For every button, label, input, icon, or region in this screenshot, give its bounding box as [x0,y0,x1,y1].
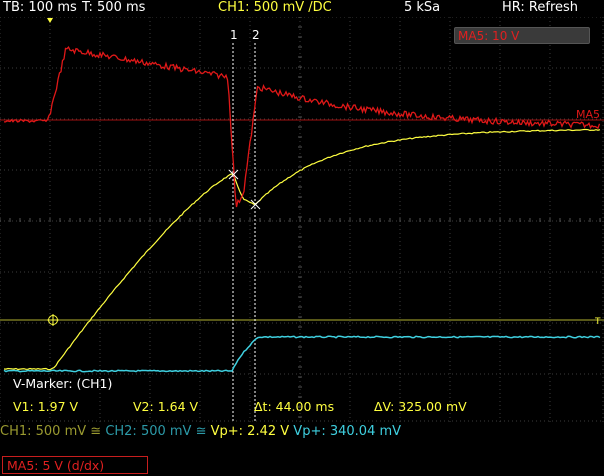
v1-readout: V1: 1.97 V [13,399,79,414]
waveform-display[interactable]: 1 2 MA5 T [0,17,604,422]
delta-t-readout: Δt: 44.00 ms [254,399,335,414]
marker-1-label: 1 [230,28,238,42]
sample-rate-readout: 5 kSa [404,0,441,15]
ma5-offset-tag[interactable]: MA5 [576,108,600,121]
ch2-measure-setting[interactable]: CH2: 500 mV ≅ [105,424,206,439]
trigger-level-tag[interactable]: T [594,317,601,327]
timebase-readout[interactable]: TB: 100 ms [3,0,77,16]
trigger-time-readout[interactable]: T: 500 ms [82,0,145,16]
v2-readout: V2: 1.64 V [133,399,199,414]
math-function-box[interactable]: MA5: 5 V (d/dx) [2,456,148,474]
ch1-measure-setting[interactable]: CH1: 500 mV ≅ [0,424,101,439]
delta-v-readout: ΔV: 325.00 mV [374,399,467,414]
math-ma5-label[interactable]: MA5: 10 V [454,27,590,44]
marker-2-label: 2 [252,28,260,42]
acquisition-mode[interactable]: HR: Refresh [502,0,578,16]
v-marker-title: V-Marker: (CH1) [13,376,113,391]
ch2-vpeak-readout: Vp+: 340.04 mV [293,424,402,439]
ch1-setting[interactable]: CH1: 500 mV /DC [218,0,332,16]
ch1-vpeak-readout: Vp+: 2.42 V [210,424,290,439]
v-marker-panel: V-Marker: (CH1) V1: 1.97 V V2: 1.64 V Δt… [6,372,602,420]
measurement-bar: CH1: 500 mV ≅ CH2: 500 mV ≅ Vp+: 2.42 V … [0,424,604,442]
status-bar: TB: 100 ms T: 500 ms CH1: 500 mV /DC 5 k… [0,0,604,16]
